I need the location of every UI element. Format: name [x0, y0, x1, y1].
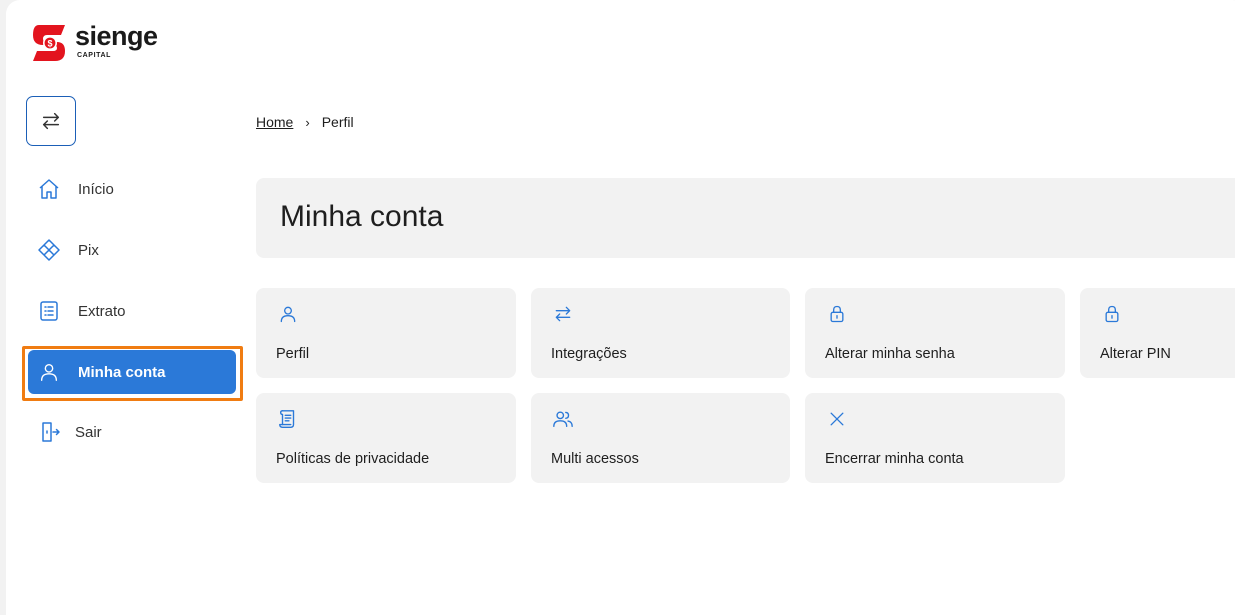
card-alterar-pin[interactable]: Alterar PIN [1080, 288, 1235, 378]
user-icon [276, 302, 300, 326]
lock-icon [825, 302, 849, 326]
sidebar-item-inicio[interactable]: Início [28, 167, 236, 211]
logo-mark-icon: $ [33, 25, 65, 61]
card-alterar-senha[interactable]: Alterar minha senha [805, 288, 1065, 378]
users-icon [551, 407, 575, 431]
card-label: Alterar minha senha [825, 346, 955, 362]
document-scroll-icon [276, 407, 300, 431]
card-multi-acessos[interactable]: Multi acessos [531, 393, 790, 483]
pix-icon [36, 237, 62, 263]
swap-icon [42, 112, 60, 130]
sidebar-item-label: Início [78, 180, 114, 198]
sidebar-item-sair[interactable]: Sair [28, 410, 236, 454]
logout-icon [36, 419, 62, 445]
sidebar-item-label: Pix [78, 241, 99, 259]
swap-icon [551, 302, 575, 326]
card-label: Multi acessos [551, 451, 639, 467]
statement-icon [36, 298, 62, 324]
logo-subtitle: CAPITAL [77, 52, 112, 59]
card-integracoes[interactable]: Integrações [531, 288, 790, 378]
card-label: Políticas de privacidade [276, 451, 430, 467]
breadcrumb-current: Perfil [321, 114, 354, 130]
lock-icon [1100, 302, 1124, 326]
card-encerrar-conta[interactable]: Encerrar minha conta [805, 393, 1065, 483]
card-perfil[interactable]: Perfil [256, 288, 516, 378]
sidebar-item-label: Sair [75, 423, 102, 441]
sidebar-item-label: Extrato [78, 302, 126, 320]
svg-text:$: $ [47, 39, 52, 49]
logo-wordmark: sienge [75, 21, 158, 51]
breadcrumb-home-link[interactable]: Home [256, 114, 293, 130]
page-title-banner: Minha conta [256, 178, 1235, 258]
home-icon [36, 176, 62, 202]
card-politicas-privacidade[interactable]: Políticas de privacidade [256, 393, 516, 483]
card-label: Encerrar minha conta [825, 451, 964, 467]
card-label: Perfil [276, 346, 310, 362]
selection-highlight [22, 346, 243, 401]
breadcrumb: Home › Perfil [256, 114, 354, 130]
switch-account-button[interactable] [26, 96, 76, 146]
card-label: Integrações [551, 346, 627, 362]
sidebar-item-pix[interactable]: Pix [28, 228, 236, 272]
card-label: Alterar PIN [1100, 346, 1171, 362]
sidebar-item-extrato[interactable]: Extrato [28, 289, 236, 333]
breadcrumb-separator: › [305, 114, 310, 130]
sienge-logo[interactable]: $ sienge CAPITAL [31, 23, 158, 63]
close-icon [825, 407, 849, 431]
page-title: Minha conta [280, 200, 444, 233]
